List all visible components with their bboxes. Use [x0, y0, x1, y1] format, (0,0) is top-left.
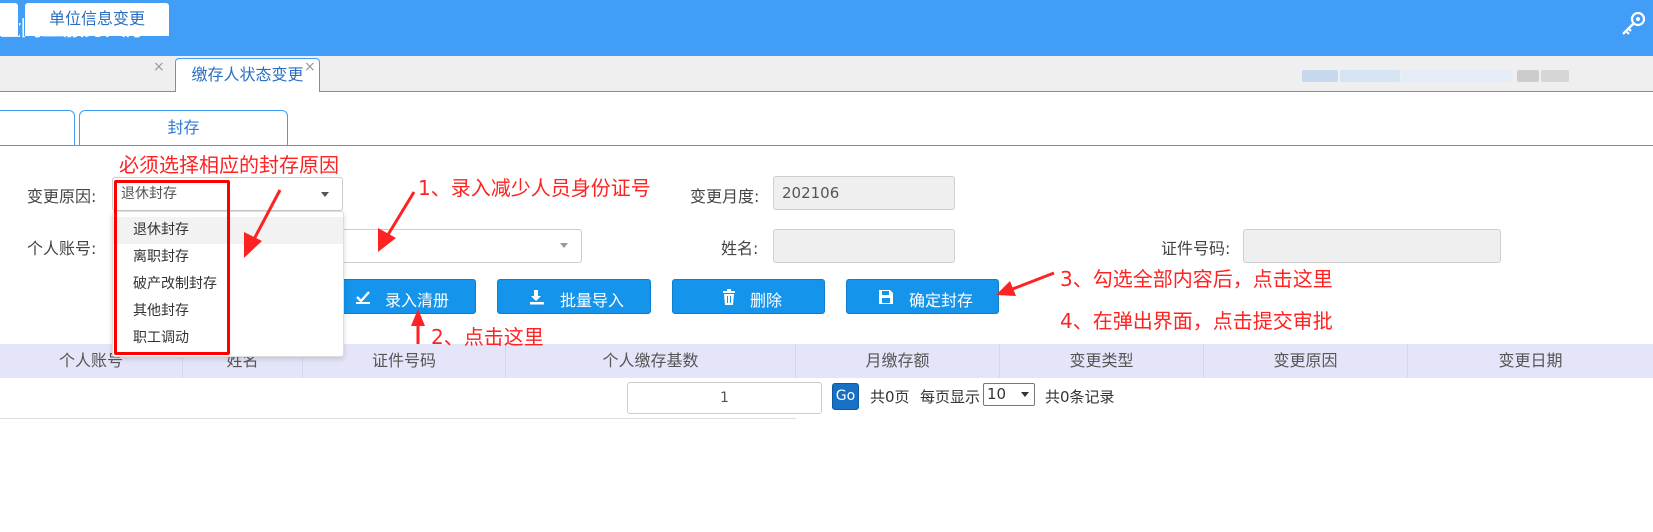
arrow-head-icon [996, 281, 1016, 296]
arrow-head-icon [411, 309, 425, 326]
arrow-head-icon [378, 228, 396, 252]
annotation-arrows [244, 189, 1055, 344]
arrow-head-icon [244, 232, 262, 258]
